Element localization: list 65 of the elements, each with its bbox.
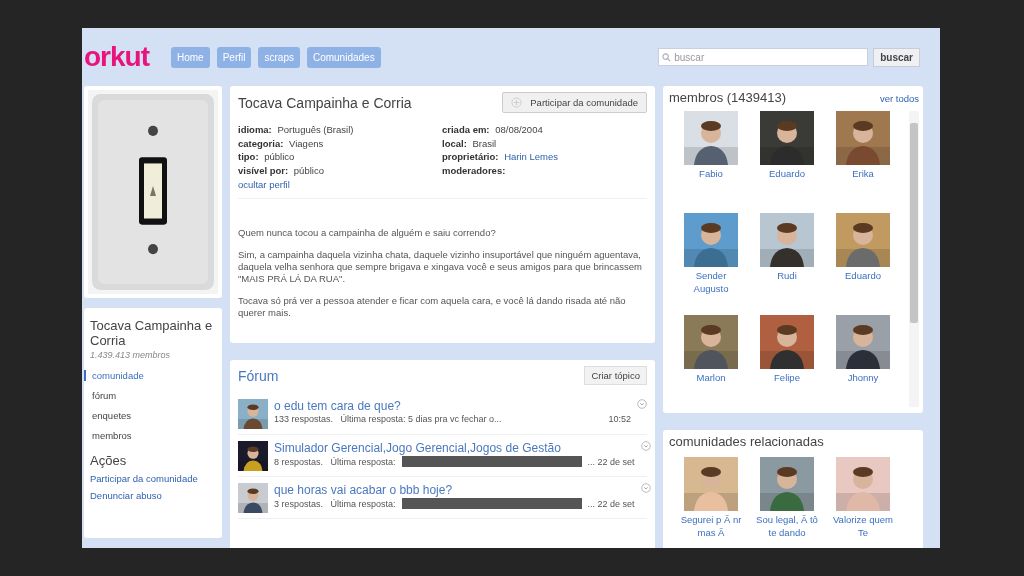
topic-time: 10:52	[608, 414, 631, 424]
member-name[interactable]: Jhonny	[831, 371, 895, 384]
sidebar-item[interactable]: comunidade	[84, 370, 216, 381]
topic-link[interactable]: o edu tem cara de que?	[274, 399, 631, 413]
search-icon	[662, 53, 672, 62]
field-label: local:	[442, 137, 467, 149]
topic-time: ... 22 de set	[587, 498, 635, 509]
topic-link[interactable]: Simulador Gerencial,Jogo Gerencial,Jogos de Gestão	[274, 441, 635, 455]
forum-heading: Fórum	[238, 367, 279, 384]
topic-time: ... 22 de set	[587, 456, 635, 467]
sidebar-item[interactable]: enquetes	[84, 410, 216, 421]
hide-profile-link[interactable]: ocultar perfil	[238, 179, 647, 199]
member-name[interactable]: Fabio	[679, 167, 743, 180]
member-name[interactable]: Marlon	[679, 371, 743, 384]
field-value: 08/08/2004	[495, 124, 543, 135]
search-button[interactable]: buscar	[873, 47, 920, 67]
action-link[interactable]: Denunciar abuso	[90, 490, 216, 501]
dropdown-icon[interactable]	[637, 399, 647, 409]
orkut-logo[interactable]: orkut	[84, 41, 149, 73]
member-name[interactable]: Felipe	[755, 371, 819, 384]
field-label: categoria:	[238, 137, 284, 149]
description-text: Tocava só prá ver a pessoa atender e ficar com aquela cara, e você lá dando risada até não querer mais.	[238, 295, 627, 319]
action-link[interactable]: Participar da comunidade	[90, 473, 216, 484]
field-value: público	[293, 164, 324, 176]
community-title: Tocava Campainha e Corria	[90, 318, 214, 348]
topic-meta: 8 respostas. Última resposta:	[274, 456, 396, 467]
member-name[interactable]: Eduardo	[831, 269, 895, 282]
join-button[interactable]: Participar da comunidade	[502, 92, 647, 113]
field-value: Brasil	[472, 137, 497, 149]
sidebar-item[interactable]: fórum	[84, 390, 216, 401]
dropdown-icon[interactable]	[640, 441, 651, 451]
dropdown-icon[interactable]	[640, 483, 651, 493]
description-text: Sim, a campainha daquela vizinha chata, daquele vizinho insuportável que ninguém aguentava, daquela velha senhora que sempre brigava e xingava você e seus amigos para que brincassem "MAIS PRÁ LÁ DA RUA".	[238, 249, 643, 285]
community-link[interactable]: Sou legal, Ã tô te dando	[755, 513, 819, 539]
related-heading: comunidades relacionadas	[669, 434, 825, 449]
sidebar-item[interactable]: membros	[84, 430, 216, 441]
field-value: público	[264, 151, 295, 162]
owner-link[interactable]: Harin Lemes	[504, 151, 558, 162]
field-value: Viagens	[289, 137, 324, 149]
member-name[interactable]: Sender Augusto	[679, 269, 743, 295]
field-value: Português (Brasil)	[277, 124, 354, 135]
see-all-link[interactable]: ver todos	[879, 93, 919, 104]
topic-meta: 133 respostas. Última resposta: 5 dias pra vc fechar o...	[274, 414, 502, 424]
field-label: moderadores:	[442, 164, 506, 176]
member-count: 1.439.413 membros	[90, 350, 172, 360]
search-field[interactable]: buscar	[658, 48, 869, 66]
create-topic-button[interactable]: Criar tópico	[584, 366, 647, 385]
field-label: criada em:	[442, 124, 490, 135]
field-label: proprietário:	[442, 151, 499, 162]
member-name[interactable]: Eduardo	[755, 167, 819, 180]
community-link[interactable]: Valorize quem Te	[831, 513, 895, 539]
community-name: Tocava Campainha e Corria	[238, 94, 412, 111]
field-label: tipo:	[238, 151, 259, 162]
field-label: visível por:	[238, 164, 289, 176]
members-heading: membros (1439413)	[669, 90, 787, 105]
topic-meta: 3 respostas. Última resposta:	[274, 498, 396, 509]
topic-link[interactable]: que horas vai acabar o bbb hoje?	[274, 483, 635, 497]
community-link[interactable]: Segurei p Ã nr mas Ã	[679, 513, 743, 539]
member-name[interactable]: Rudi	[755, 269, 819, 282]
member-name[interactable]: Erika	[831, 167, 895, 180]
description-text: Quem nunca tocou a campainha de alguém e saiu correndo?	[238, 227, 497, 239]
actions-heading: Ações	[90, 453, 128, 468]
scrollbar[interactable]	[909, 111, 919, 407]
field-label: idioma:	[238, 124, 272, 135]
plus-icon	[511, 97, 523, 108]
